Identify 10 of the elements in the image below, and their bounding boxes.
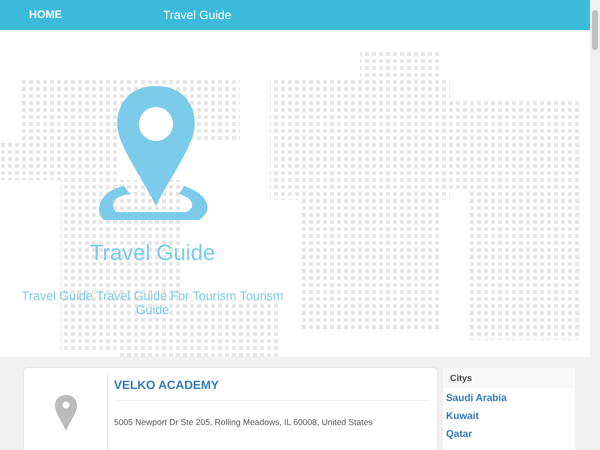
hero-title: Travel Guide: [90, 239, 216, 267]
city-link[interactable]: Kuwait: [446, 410, 575, 424]
listing-title-link[interactable]: VELKO ACADEMY: [114, 376, 429, 401]
sidebar-heading: Citys: [443, 368, 575, 388]
listing-address: 5005 Newport Dr Ste 205, Rolling Meadows, IL 60008, United States: [114, 416, 374, 429]
city-link[interactable]: Saudi Arabia: [446, 392, 575, 406]
navbar-title: Travel Guide: [163, 7, 232, 24]
city-link[interactable]: Qatar: [446, 428, 575, 442]
map-pin-icon: [54, 395, 76, 431]
hero-tagline: Travel Guide Travel Guide For Tourism Tourism Guide: [20, 289, 284, 317]
